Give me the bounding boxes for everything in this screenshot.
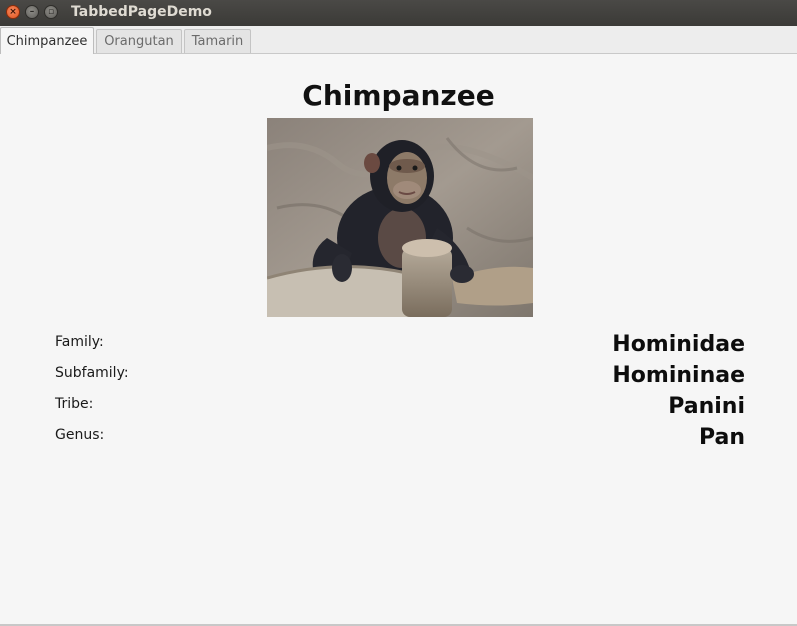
maximize-icon: ▫ xyxy=(47,7,55,17)
app-window: × – ▫ TabbedPageDemo Chimpanzee Oranguta… xyxy=(0,0,797,626)
subfamily-label: Subfamily: xyxy=(55,365,129,381)
genus-value: Pan xyxy=(698,425,745,450)
tab-chimpanzee[interactable]: Chimpanzee xyxy=(0,27,94,54)
subfamily-value: Homininae xyxy=(612,363,745,388)
family-value: Hominidae xyxy=(612,332,745,357)
chimpanzee-photo xyxy=(267,118,533,317)
close-window-button[interactable]: × xyxy=(6,5,20,19)
tribe-label: Tribe: xyxy=(55,396,94,412)
family-label: Family: xyxy=(55,334,104,350)
close-icon: × xyxy=(9,7,17,17)
tribe-value: Panini xyxy=(668,394,745,419)
genus-label: Genus: xyxy=(55,427,105,443)
title-bar[interactable]: × – ▫ TabbedPageDemo xyxy=(0,0,797,26)
tab-tamarin[interactable]: Tamarin xyxy=(184,29,251,53)
window-title: TabbedPageDemo xyxy=(71,4,212,20)
minimize-icon: – xyxy=(29,7,35,17)
maximize-window-button[interactable]: ▫ xyxy=(44,5,58,19)
tab-orangutan[interactable]: Orangutan xyxy=(96,29,182,53)
page-title: Chimpanzee xyxy=(302,79,495,112)
minimize-window-button[interactable]: – xyxy=(25,5,39,19)
